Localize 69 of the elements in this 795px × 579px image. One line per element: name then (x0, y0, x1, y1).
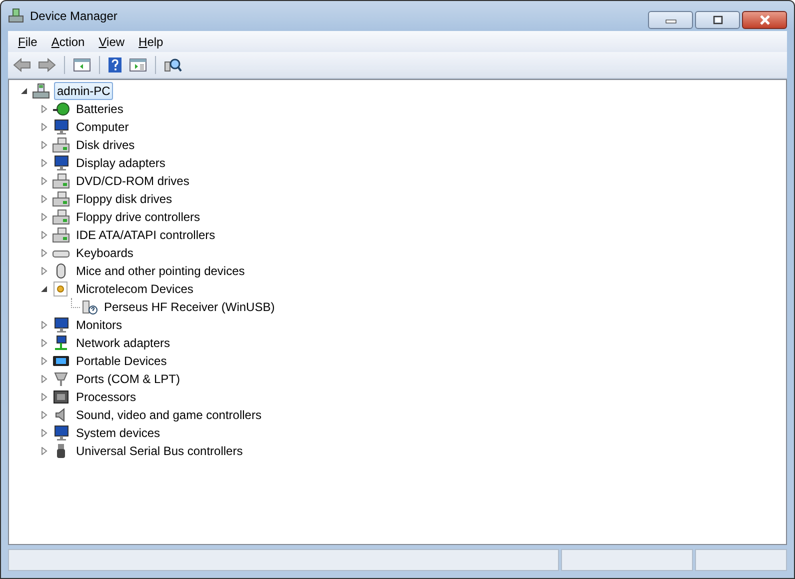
tree-item[interactable]: Portable Devices (74, 353, 169, 369)
window-title: Device Manager (30, 9, 118, 23)
expand-arrow-icon[interactable] (40, 213, 48, 221)
minimize-button[interactable] (648, 11, 693, 29)
battery-icon (52, 101, 70, 117)
processor-icon (52, 389, 70, 405)
tree-item[interactable]: Monitors (74, 317, 124, 333)
expand-arrow-icon[interactable] (40, 375, 48, 383)
collapse-arrow-icon[interactable] (40, 285, 48, 293)
expand-arrow-icon[interactable] (40, 429, 48, 437)
expand-arrow-icon[interactable] (40, 411, 48, 419)
computer-icon (8, 8, 24, 24)
expand-arrow-icon[interactable] (40, 159, 48, 167)
tree-item[interactable]: Keyboards (74, 245, 136, 261)
network-icon (52, 335, 70, 351)
tree-item[interactable]: Ports (COM & LPT) (74, 371, 182, 387)
tree-item[interactable]: Computer (74, 119, 131, 135)
menu-item[interactable]: View (92, 32, 132, 50)
tree-item[interactable]: Mice and other pointing devices (74, 263, 247, 279)
expand-arrow-icon[interactable] (40, 249, 48, 257)
monitor-icon (52, 317, 70, 333)
action-pane-button[interactable] (127, 57, 149, 73)
expand-arrow-icon[interactable] (40, 321, 48, 329)
back-button[interactable] (11, 57, 33, 73)
collapse-arrow-icon[interactable] (20, 87, 28, 95)
help-icon[interactable] (106, 56, 124, 74)
tree-item[interactable]: IDE ATA/ATAPI controllers (74, 227, 218, 243)
expand-arrow-icon[interactable] (40, 339, 48, 347)
tree-item[interactable]: Perseus HF Receiver (WinUSB) (102, 299, 277, 315)
tree-item[interactable]: Batteries (74, 101, 126, 117)
tree-item[interactable]: Universal Serial Bus controllers (74, 443, 245, 459)
portable-icon (52, 353, 70, 369)
expand-arrow-icon[interactable] (40, 357, 48, 365)
display-icon (52, 155, 70, 171)
tree-item[interactable]: admin-PC (54, 82, 114, 100)
forward-button[interactable] (36, 57, 58, 73)
maximize-button[interactable] (695, 11, 740, 29)
tree-item[interactable]: DVD/CD-ROM drives (74, 173, 192, 189)
close-button[interactable] (742, 11, 787, 29)
computer-icon (52, 425, 70, 441)
tree-item[interactable]: Floppy disk drives (74, 191, 174, 207)
expand-arrow-icon[interactable] (40, 447, 48, 455)
tree-item[interactable]: Network adapters (74, 335, 172, 351)
computer-icon (32, 83, 50, 99)
tree-item[interactable]: System devices (74, 425, 162, 441)
tree-item[interactable]: Processors (74, 389, 138, 405)
expand-arrow-icon[interactable] (40, 123, 48, 131)
expand-arrow-icon[interactable] (40, 267, 48, 275)
tree-item[interactable]: Sound, video and game controllers (74, 407, 264, 423)
maximize-icon (712, 15, 724, 25)
menu-item[interactable]: Action (44, 32, 92, 50)
port-icon (52, 371, 70, 387)
tree-item[interactable]: Disk drives (74, 137, 137, 153)
unknown-device-icon (80, 299, 98, 315)
menu-item[interactable]: File (11, 32, 44, 50)
expand-arrow-icon[interactable] (40, 177, 48, 185)
expand-arrow-icon[interactable] (40, 231, 48, 239)
close-icon (758, 15, 772, 25)
tree-item[interactable]: Microtelecom Devices (74, 281, 196, 297)
expand-arrow-icon[interactable] (40, 393, 48, 401)
expand-arrow-icon[interactable] (40, 141, 48, 149)
computer-icon (52, 119, 70, 135)
tree-item[interactable]: Display adapters (74, 155, 168, 171)
expand-arrow-icon[interactable] (40, 105, 48, 113)
menu-item[interactable]: Help (132, 32, 170, 50)
expand-arrow-icon[interactable] (40, 195, 48, 203)
tree-item[interactable]: Floppy drive controllers (74, 209, 202, 225)
console-tree-button[interactable] (71, 57, 93, 73)
scan-hardware-icon[interactable] (162, 56, 184, 74)
